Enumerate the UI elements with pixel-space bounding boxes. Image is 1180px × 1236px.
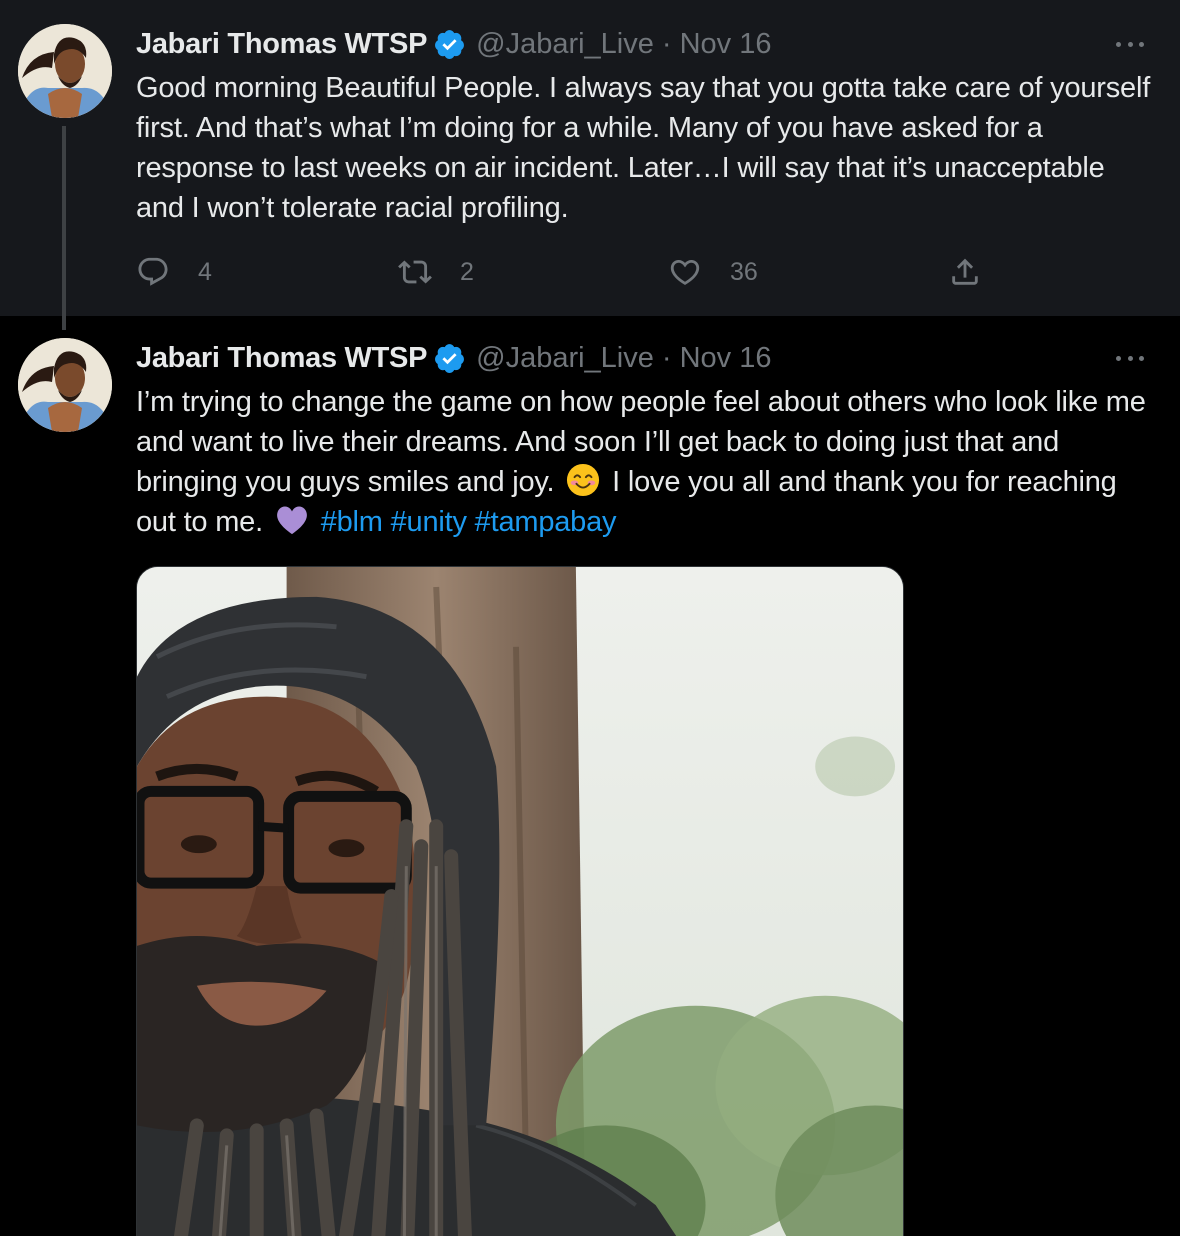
tweet-text: Good morning Beautiful People. I always … [136, 72, 1151, 224]
reply-button[interactable]: 4 [136, 252, 212, 292]
share-icon [952, 258, 978, 285]
author-name[interactable]: Jabari Thomas WTSP [136, 342, 427, 375]
reply-count: 4 [198, 257, 212, 286]
like-count: 36 [730, 257, 758, 286]
retweet-icon [398, 260, 432, 284]
more-icon[interactable] [1110, 348, 1150, 368]
author-avatar[interactable] [18, 24, 112, 118]
like-icon [670, 259, 700, 285]
purple-heart-emoji [276, 506, 307, 535]
retweet-button[interactable]: 2 [398, 252, 474, 292]
reply-icon [138, 257, 168, 286]
retweet-count: 2 [460, 257, 474, 286]
tweet-header: Jabari Thomas WTSP @Jabari_Live · Nov 16 [136, 338, 771, 378]
separator-dot: · [661, 27, 672, 60]
thread-connector-line [62, 126, 66, 330]
tweet-text: I’m trying to change the game on how peo… [136, 382, 1156, 542]
tweet-1[interactable]: Jabari Thomas WTSP @Jabari_Live · Nov 16… [0, 0, 1180, 330]
author-handle[interactable]: @Jabari_Live [476, 28, 654, 61]
tweet-actions: 4 2 36 [136, 252, 1036, 292]
author-avatar[interactable] [18, 338, 112, 432]
author-name[interactable]: Jabari Thomas WTSP [136, 28, 427, 61]
hashtag-blm[interactable]: #blm [321, 506, 383, 538]
tweet-2[interactable]: Jabari Thomas WTSP @Jabari_Live · Nov 16… [0, 316, 1180, 1236]
tweet-photo[interactable] [136, 566, 904, 1236]
verified-badge-icon [435, 343, 465, 373]
more-icon[interactable] [1110, 34, 1150, 54]
like-button[interactable]: 36 [668, 252, 758, 292]
author-handle[interactable]: @Jabari_Live [476, 342, 654, 375]
share-button[interactable] [948, 252, 982, 292]
smiling-face-emoji [567, 463, 600, 497]
tweet-header: Jabari Thomas WTSP @Jabari_Live · Nov 16 [136, 24, 771, 64]
separator-dot: · [661, 341, 672, 374]
tweet-date[interactable]: Nov 16 [680, 28, 772, 61]
tweet-date[interactable]: Nov 16 [680, 342, 772, 375]
hashtag-tampabay[interactable]: #tampabay [475, 506, 617, 538]
verified-badge-icon [435, 29, 465, 59]
hashtag-unity[interactable]: #unity [391, 506, 467, 538]
